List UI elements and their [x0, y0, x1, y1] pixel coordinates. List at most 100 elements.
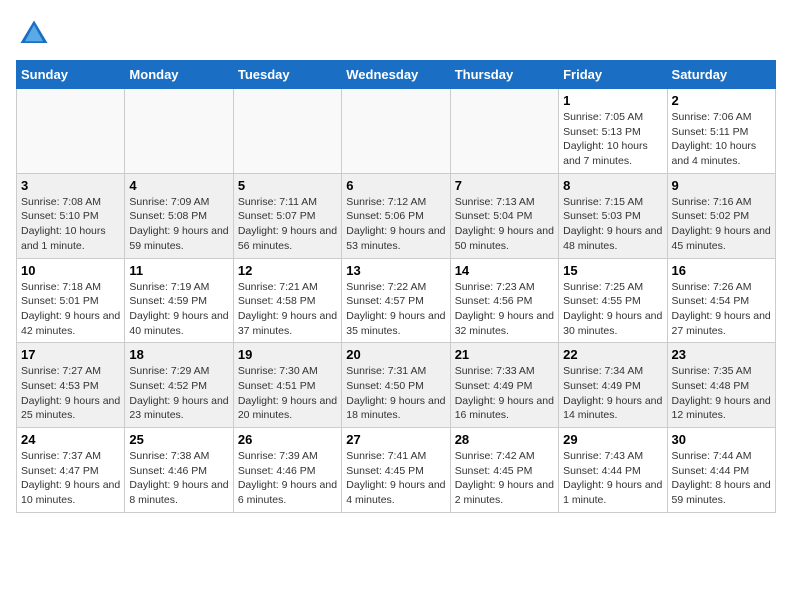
day-info: Sunrise: 7:12 AM Sunset: 5:06 PM Dayligh…: [346, 195, 445, 254]
day-number: 28: [455, 432, 554, 447]
day-cell: 11 Sunrise: 7:19 AM Sunset: 4:59 PM Dayli…: [125, 258, 233, 343]
week-row-1: 1 Sunrise: 7:05 AM Sunset: 5:13 PM Daylig…: [17, 89, 776, 174]
day-number: 15: [563, 263, 662, 278]
day-cell: 26 Sunrise: 7:39 AM Sunset: 4:46 PM Dayli…: [233, 428, 341, 513]
day-info: Sunrise: 7:39 AM Sunset: 4:46 PM Dayligh…: [238, 449, 337, 508]
day-number: 26: [238, 432, 337, 447]
day-cell: 1 Sunrise: 7:05 AM Sunset: 5:13 PM Daylig…: [559, 89, 667, 174]
calendar-header: SundayMondayTuesdayWednesdayThursdayFrid…: [17, 61, 776, 89]
day-number: 12: [238, 263, 337, 278]
day-cell: 23 Sunrise: 7:35 AM Sunset: 4:48 PM Dayli…: [667, 343, 775, 428]
day-info: Sunrise: 7:38 AM Sunset: 4:46 PM Dayligh…: [129, 449, 228, 508]
day-number: 11: [129, 263, 228, 278]
day-number: 29: [563, 432, 662, 447]
day-info: Sunrise: 7:11 AM Sunset: 5:07 PM Dayligh…: [238, 195, 337, 254]
week-row-2: 3 Sunrise: 7:08 AM Sunset: 5:10 PM Daylig…: [17, 173, 776, 258]
day-number: 3: [21, 178, 120, 193]
day-number: 25: [129, 432, 228, 447]
day-number: 24: [21, 432, 120, 447]
day-info: Sunrise: 7:31 AM Sunset: 4:50 PM Dayligh…: [346, 364, 445, 423]
day-cell: [17, 89, 125, 174]
day-cell: 15 Sunrise: 7:25 AM Sunset: 4:55 PM Dayli…: [559, 258, 667, 343]
day-number: 30: [672, 432, 771, 447]
day-number: 20: [346, 347, 445, 362]
day-info: Sunrise: 7:37 AM Sunset: 4:47 PM Dayligh…: [21, 449, 120, 508]
day-number: 19: [238, 347, 337, 362]
day-info: Sunrise: 7:27 AM Sunset: 4:53 PM Dayligh…: [21, 364, 120, 423]
day-info: Sunrise: 7:23 AM Sunset: 4:56 PM Dayligh…: [455, 280, 554, 339]
day-cell: 6Sunrise: 7:12 AM Sunset: 5:06 PM Daylig…: [342, 173, 450, 258]
day-number: 22: [563, 347, 662, 362]
day-number: 16: [672, 263, 771, 278]
day-cell: 13 Sunrise: 7:22 AM Sunset: 4:57 PM Dayli…: [342, 258, 450, 343]
day-cell: 25 Sunrise: 7:38 AM Sunset: 4:46 PM Dayli…: [125, 428, 233, 513]
day-number: 21: [455, 347, 554, 362]
day-cell: [342, 89, 450, 174]
day-cell: 9 Sunrise: 7:16 AM Sunset: 5:02 PM Daylig…: [667, 173, 775, 258]
day-number: 1: [563, 93, 662, 108]
day-info: Sunrise: 7:34 AM Sunset: 4:49 PM Dayligh…: [563, 364, 662, 423]
day-cell: 16 Sunrise: 7:26 AM Sunset: 4:54 PM Dayli…: [667, 258, 775, 343]
day-info: Sunrise: 7:30 AM Sunset: 4:51 PM Dayligh…: [238, 364, 337, 423]
day-info: Sunrise: 7:35 AM Sunset: 4:48 PM Dayligh…: [672, 364, 771, 423]
day-number: 17: [21, 347, 120, 362]
day-info: Sunrise: 7:06 AM Sunset: 5:11 PM Dayligh…: [672, 110, 771, 169]
day-info: Sunrise: 7:29 AM Sunset: 4:52 PM Dayligh…: [129, 364, 228, 423]
day-info: Sunrise: 7:05 AM Sunset: 5:13 PM Dayligh…: [563, 110, 662, 169]
day-number: 18: [129, 347, 228, 362]
day-info: Sunrise: 7:26 AM Sunset: 4:54 PM Dayligh…: [672, 280, 771, 339]
day-info: Sunrise: 7:43 AM Sunset: 4:44 PM Dayligh…: [563, 449, 662, 508]
day-info: Sunrise: 7:33 AM Sunset: 4:49 PM Dayligh…: [455, 364, 554, 423]
day-number: 5: [238, 178, 337, 193]
day-cell: [450, 89, 558, 174]
day-number: 8: [563, 178, 662, 193]
calendar: SundayMondayTuesdayWednesdayThursdayFrid…: [16, 60, 776, 513]
day-cell: 19 Sunrise: 7:30 AM Sunset: 4:51 PM Dayli…: [233, 343, 341, 428]
day-info: Sunrise: 7:16 AM Sunset: 5:02 PM Dayligh…: [672, 195, 771, 254]
day-cell: 30 Sunrise: 7:44 AM Sunset: 4:44 PM Dayli…: [667, 428, 775, 513]
day-cell: 24 Sunrise: 7:37 AM Sunset: 4:47 PM Dayli…: [17, 428, 125, 513]
day-number: 7: [455, 178, 554, 193]
day-cell: 29 Sunrise: 7:43 AM Sunset: 4:44 PM Dayli…: [559, 428, 667, 513]
day-info: Sunrise: 7:19 AM Sunset: 4:59 PM Dayligh…: [129, 280, 228, 339]
day-number: 13: [346, 263, 445, 278]
day-info: Sunrise: 7:09 AM Sunset: 5:08 PM Dayligh…: [129, 195, 228, 254]
day-cell: 17 Sunrise: 7:27 AM Sunset: 4:53 PM Dayli…: [17, 343, 125, 428]
day-info: Sunrise: 7:25 AM Sunset: 4:55 PM Dayligh…: [563, 280, 662, 339]
day-info: Sunrise: 7:08 AM Sunset: 5:10 PM Dayligh…: [21, 195, 120, 254]
week-row-3: 10Sunrise: 7:18 AM Sunset: 5:01 PM Dayli…: [17, 258, 776, 343]
day-cell: 10Sunrise: 7:18 AM Sunset: 5:01 PM Dayli…: [17, 258, 125, 343]
day-cell: 27 Sunrise: 7:41 AM Sunset: 4:45 PM Dayli…: [342, 428, 450, 513]
week-row-4: 17 Sunrise: 7:27 AM Sunset: 4:53 PM Dayli…: [17, 343, 776, 428]
day-cell: 3 Sunrise: 7:08 AM Sunset: 5:10 PM Daylig…: [17, 173, 125, 258]
day-info: Sunrise: 7:18 AM Sunset: 5:01 PM Dayligh…: [21, 280, 120, 339]
day-cell: 28 Sunrise: 7:42 AM Sunset: 4:45 PM Dayli…: [450, 428, 558, 513]
day-info: Sunrise: 7:15 AM Sunset: 5:03 PM Dayligh…: [563, 195, 662, 254]
day-info: Sunrise: 7:22 AM Sunset: 4:57 PM Dayligh…: [346, 280, 445, 339]
day-number: 27: [346, 432, 445, 447]
day-cell: 7Sunrise: 7:13 AM Sunset: 5:04 PM Daylig…: [450, 173, 558, 258]
day-of-week-friday: Friday: [559, 61, 667, 89]
day-cell: [233, 89, 341, 174]
day-of-week-monday: Monday: [125, 61, 233, 89]
day-info: Sunrise: 7:41 AM Sunset: 4:45 PM Dayligh…: [346, 449, 445, 508]
day-number: 4: [129, 178, 228, 193]
day-number: 23: [672, 347, 771, 362]
day-cell: 5 Sunrise: 7:11 AM Sunset: 5:07 PM Daylig…: [233, 173, 341, 258]
day-cell: 2 Sunrise: 7:06 AM Sunset: 5:11 PM Daylig…: [667, 89, 775, 174]
day-cell: 8 Sunrise: 7:15 AM Sunset: 5:03 PM Daylig…: [559, 173, 667, 258]
day-cell: 22 Sunrise: 7:34 AM Sunset: 4:49 PM Dayli…: [559, 343, 667, 428]
day-number: 9: [672, 178, 771, 193]
logo-icon: [16, 16, 52, 52]
day-cell: 14 Sunrise: 7:23 AM Sunset: 4:56 PM Dayli…: [450, 258, 558, 343]
day-number: 2: [672, 93, 771, 108]
day-of-week-sunday: Sunday: [17, 61, 125, 89]
day-cell: 12Sunrise: 7:21 AM Sunset: 4:58 PM Dayli…: [233, 258, 341, 343]
day-info: Sunrise: 7:42 AM Sunset: 4:45 PM Dayligh…: [455, 449, 554, 508]
logo: [16, 16, 56, 52]
day-info: Sunrise: 7:44 AM Sunset: 4:44 PM Dayligh…: [672, 449, 771, 508]
day-number: 14: [455, 263, 554, 278]
day-of-week-thursday: Thursday: [450, 61, 558, 89]
day-cell: [125, 89, 233, 174]
calendar-body: 1 Sunrise: 7:05 AM Sunset: 5:13 PM Daylig…: [17, 89, 776, 513]
